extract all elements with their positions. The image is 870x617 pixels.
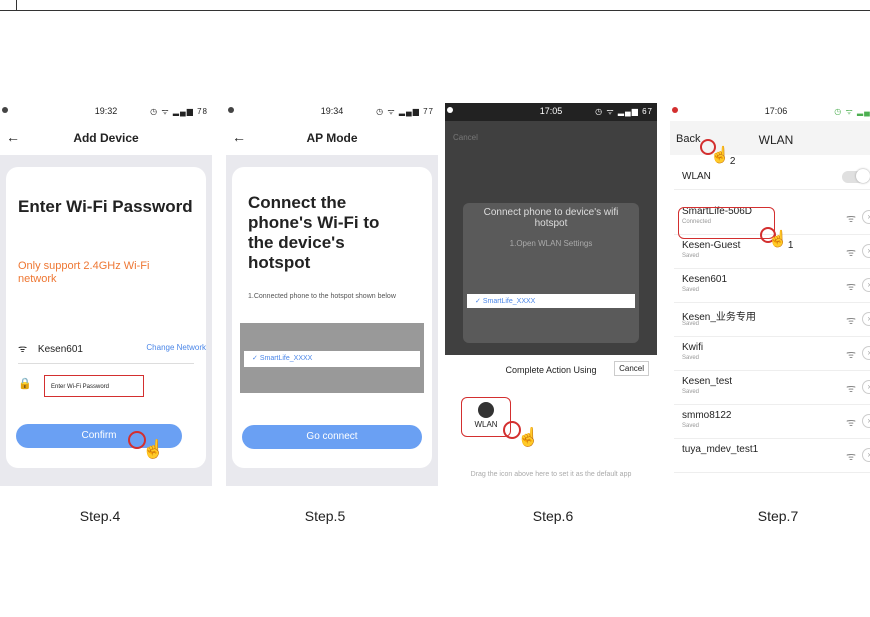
chevron-right-icon[interactable]: › xyxy=(862,210,870,224)
hotspot-name: SmartLife_XXXX xyxy=(259,355,313,362)
status-bar: 17:06 ◷ ᯤ ▂▄▆ xyxy=(670,103,870,121)
sheet-cancel-button[interactable]: Cancel xyxy=(614,361,649,376)
status-bar: 19:34 ◷ ᯤ ▂▄▆ 77 xyxy=(226,103,438,121)
step-label-4: Step.4 xyxy=(79,508,121,524)
phone-step7: 17:06 ◷ ᯤ ▂▄▆ Back WLAN ☝2 WLAN SmartLif… xyxy=(670,103,870,486)
go-connect-button[interactable]: Go connect xyxy=(242,425,422,449)
network-name: smmo8122 xyxy=(682,410,732,421)
network-name: Kesen601 xyxy=(682,274,728,285)
chevron-right-icon[interactable]: › xyxy=(862,380,870,394)
navbar: ← Add Device xyxy=(0,121,212,155)
signal-icons: ◷ ᯤ ▂▄▆ 78 xyxy=(150,107,208,116)
wifi-icon: ᯤ xyxy=(18,344,28,355)
wlan-switch[interactable] xyxy=(842,169,870,183)
top-rule xyxy=(0,10,870,11)
phone-step4: 19:32 ◷ ᯤ ▂▄▆ 78 ← Add Device Enter Wi-F… xyxy=(0,103,212,486)
step-label-5: Step.5 xyxy=(304,508,346,524)
battery-level: 78 xyxy=(197,107,208,116)
hand-pointer-icon: ☝1 xyxy=(768,231,794,252)
phone-step6: 17:05 ◷ ᯤ ▂▄▆ 67 Cancel Connect phone to… xyxy=(445,103,657,486)
step-label-7: Step.7 xyxy=(757,508,799,524)
network-name: Kesen-Guest xyxy=(682,240,741,251)
hotspot-name: SmartLife_XXXX xyxy=(482,298,536,305)
divider xyxy=(18,363,194,364)
password-field[interactable]: Enter Wi-Fi Password xyxy=(44,375,144,397)
status-bar: 19:32 ◷ ᯤ ▂▄▆ 78 xyxy=(0,103,212,121)
instruction-text: 1.Connected phone to the hotspot shown b… xyxy=(248,293,396,300)
rule-tick xyxy=(16,0,17,11)
heading: Connect the phone's Wi-Fi to the device'… xyxy=(248,193,380,272)
network-item[interactable]: smmo8122 Saved ᯤ › xyxy=(674,405,870,439)
battery-level: 67 xyxy=(642,107,653,116)
modal-title: Connect phone to device's wifi hotspot xyxy=(483,207,619,229)
chevron-right-icon[interactable]: › xyxy=(862,278,870,292)
hotspot-screenshot: ✓ SmartLife_XXXX xyxy=(240,323,424,393)
network-status: Saved xyxy=(682,253,700,259)
wifi-lock-icon: ᯤ xyxy=(845,383,856,395)
chevron-right-icon[interactable]: › xyxy=(862,312,870,326)
page-title: AP Mode xyxy=(306,131,358,145)
chevron-right-icon[interactable]: › xyxy=(862,346,870,360)
chevron-right-icon[interactable]: › xyxy=(862,414,870,428)
network-status: Saved xyxy=(682,355,700,361)
wlan-app-label: WLAN xyxy=(474,420,498,429)
wifi-lock-icon: ᯤ xyxy=(845,349,856,361)
frequency-note: Only support 2.4GHz Wi-Fi network xyxy=(18,260,150,285)
hotspot-row: ✓ SmartLife_XXXX xyxy=(467,294,635,308)
network-status: Saved xyxy=(682,321,700,327)
network-status: Saved xyxy=(682,287,700,293)
wlan-app-icon xyxy=(478,402,494,418)
network-name: tuya_mdev_test1 xyxy=(682,444,759,455)
modal-step: 1.Open WLAN Settings xyxy=(509,239,593,248)
network-status: Saved xyxy=(682,389,700,395)
network-item[interactable]: tuya_mdev_test1 ᯤ › xyxy=(674,439,870,473)
wifi-lock-icon: ᯤ xyxy=(845,417,856,429)
connect-modal: Connect phone to device's wifi hotspot 1… xyxy=(463,203,639,343)
wifi-signal-icon: ᯤ xyxy=(845,213,856,225)
battery-level: 77 xyxy=(423,107,434,116)
step-label-6: Step.6 xyxy=(532,508,574,524)
wifi-lock-icon: ᯤ xyxy=(845,281,856,293)
wlan-toggle-row: WLAN xyxy=(674,163,870,190)
network-item[interactable]: Kwifi Saved ᯤ › xyxy=(674,337,870,371)
network-item[interactable]: Kesen_业务专用Savedᯤ› xyxy=(674,303,870,337)
status-bar: 17:05 ◷ ᯤ ▂▄▆ 67 xyxy=(445,103,657,121)
wlan-toggle-label: WLAN xyxy=(682,171,711,182)
signal-icons: ◷ ᯤ ▂▄▆ 77 xyxy=(376,107,434,116)
chevron-right-icon[interactable]: › xyxy=(862,448,870,462)
hotspot-row: ✓ SmartLife_XXXX xyxy=(244,351,420,367)
hand-pointer-icon: ☝ xyxy=(517,427,540,447)
page-title: Add Device xyxy=(73,131,139,145)
network-item[interactable]: Kesen601 Saved ᯤ › xyxy=(674,269,870,303)
network-status: Saved xyxy=(682,423,700,429)
signal-icons: ◷ ᯤ ▂▄▆ 67 xyxy=(595,107,653,116)
wifi-lock-icon: ᯤ xyxy=(845,315,856,327)
navbar: ← AP Mode xyxy=(226,121,438,155)
network-name: Kesen_test xyxy=(682,376,733,387)
lock-icon: 🔒 xyxy=(18,378,32,390)
ssid-label: Kesen601 xyxy=(37,344,83,355)
change-network-link[interactable]: Change Network xyxy=(146,343,206,352)
cancel-top[interactable]: Cancel xyxy=(453,133,478,142)
signal-icons: ◷ ᯤ ▂▄▆ xyxy=(834,107,870,116)
network-name: Kwifi xyxy=(682,342,704,353)
wifi-lock-icon: ᯤ xyxy=(845,451,856,463)
hand-pointer-icon: ☝ xyxy=(142,439,165,459)
sheet-footer: Drag the icon above here to set it as th… xyxy=(470,471,632,478)
chooser-sheet: Complete Action Using Cancel WLAN ☝ Drag… xyxy=(445,355,657,486)
phone-step5: 19:34 ◷ ᯤ ▂▄▆ 77 ← AP Mode Connect the p… xyxy=(226,103,438,486)
heading: Enter Wi-Fi Password xyxy=(18,197,193,216)
network-item[interactable]: Kesen_test Saved ᯤ › xyxy=(674,371,870,405)
chevron-right-icon[interactable]: › xyxy=(862,244,870,258)
callout-number: 1 xyxy=(787,240,794,252)
wifi-lock-icon: ᯤ xyxy=(845,247,856,259)
